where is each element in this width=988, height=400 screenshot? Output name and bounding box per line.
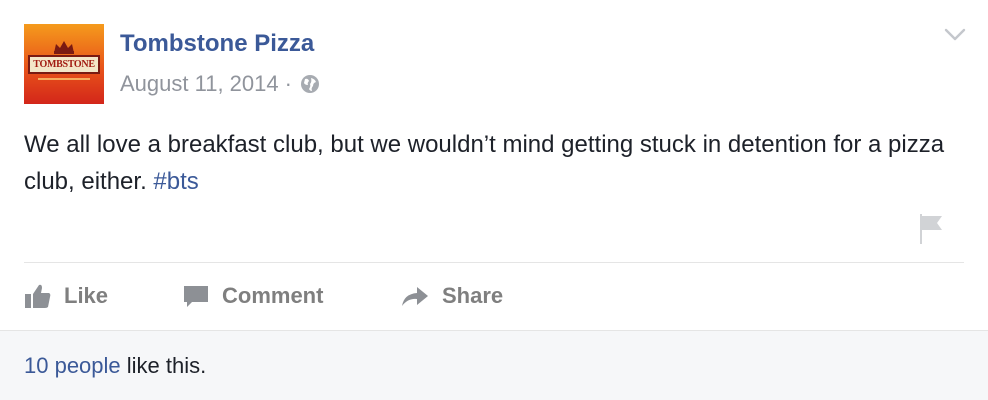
avatar-stripe (38, 78, 90, 80)
share-button[interactable]: Share (400, 278, 503, 314)
comment-icon (184, 286, 208, 307)
flag-icon[interactable] (916, 212, 946, 246)
comment-label: Comment (222, 283, 324, 308)
facebook-post: TOMBSTONE Tombstone Pizza August 11, 201… (0, 0, 988, 400)
post-date[interactable]: August 11, 2014 (120, 71, 279, 97)
divider (24, 262, 964, 263)
post-header: TOMBSTONE Tombstone Pizza August 11, 201… (24, 24, 964, 104)
likes-footer: 10 people like this. (0, 330, 988, 400)
likes-suffix: like this. (120, 353, 207, 378)
action-bar: Like Comment Share (24, 278, 964, 314)
share-label: Share (442, 283, 504, 308)
post-meta: August 11, 2014 · (120, 71, 320, 97)
chevron-down-icon[interactable] (944, 28, 966, 42)
thumbs-up-icon (25, 284, 51, 308)
avatar[interactable]: TOMBSTONE (24, 24, 104, 104)
like-label: Like (64, 283, 109, 308)
meta-separator: · (284, 71, 292, 96)
avatar-logo-text: TOMBSTONE (33, 59, 95, 70)
globe-icon[interactable] (300, 74, 320, 94)
post-text: We all love a breakfast club, but we wou… (24, 126, 968, 200)
crown-icon (54, 41, 74, 54)
like-button[interactable]: Like (24, 278, 108, 314)
share-arrow-icon (402, 287, 428, 306)
avatar-logo-banner: TOMBSTONE (28, 55, 100, 74)
likes-summary: 10 people like this. (24, 353, 206, 379)
hashtag-link[interactable]: #bts (153, 168, 198, 195)
likes-count-link[interactable]: 10 people (24, 353, 121, 378)
page-name[interactable]: Tombstone Pizza (120, 30, 314, 58)
comment-button[interactable]: Comment (182, 278, 323, 314)
